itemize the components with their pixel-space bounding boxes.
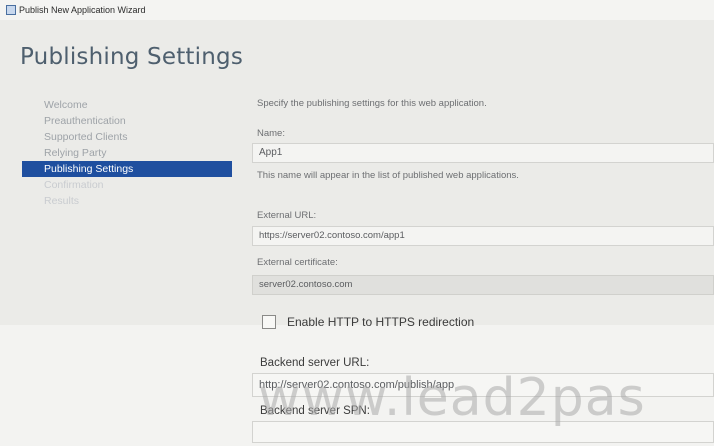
intro-text: Specify the publishing settings for this… [257,98,487,109]
window-title: Publish New Application Wizard [19,5,146,15]
wizard-nav: Welcome Preauthentication Supported Clie… [22,97,232,209]
nav-item-publishing-settings[interactable]: Publishing Settings [22,161,232,177]
redirect-checkbox[interactable] [262,315,276,329]
watermark-text: www.lead2pas [258,368,646,428]
nav-item-results: Results [44,195,80,207]
external-url-label: External URL: [257,210,317,221]
external-cert-dropdown[interactable]: server02.contoso.com [252,275,714,295]
nav-item-confirmation: Confirmation [44,179,104,191]
nav-item-supported-clients[interactable]: Supported Clients [22,129,232,145]
app-icon [6,5,16,15]
window-titlebar: Publish New Application Wizard [0,0,714,20]
name-label: Name: [257,128,285,139]
nav-item-welcome[interactable]: Welcome [22,97,232,113]
nav-item-relying-party[interactable]: Relying Party [22,145,232,161]
nav-item-preauthentication[interactable]: Preauthentication [22,113,232,129]
external-url-input[interactable]: https://server02.contoso.com/app1 [252,226,714,246]
name-input[interactable]: App1 [252,143,714,163]
external-cert-label: External certificate: [257,257,338,268]
name-help-text: This name will appear in the list of pub… [257,170,519,181]
page-title: Publishing Settings [20,44,243,70]
redirect-label[interactable]: Enable HTTP to HTTPS redirection [287,315,474,329]
